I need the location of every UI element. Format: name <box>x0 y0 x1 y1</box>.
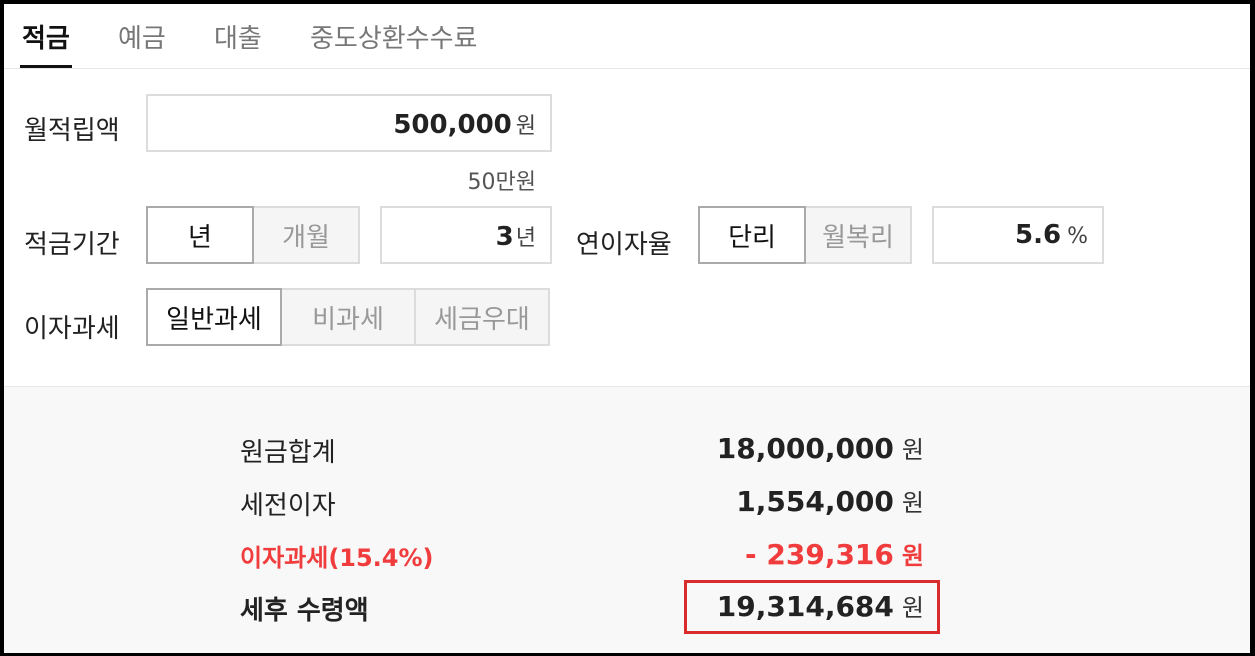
tax-preferential-option[interactable]: 세금우대 <box>416 288 550 346</box>
monthly-deposit-value: 500,000 <box>393 110 512 140</box>
interest-tax-result-label: 이자과세(15.4%) <box>240 544 434 572</box>
result-panel <box>4 386 1250 653</box>
tax-general-option[interactable]: 일반과세 <box>146 288 282 346</box>
interest-tax-label: 이자과세 <box>24 314 120 344</box>
period-year-option[interactable]: 년 <box>146 206 254 264</box>
principal-total-value: 18,000,000 원 <box>717 430 924 465</box>
interest-rate-value: 5.6 <box>1015 220 1062 250</box>
tax-type-toggle: 일반과세 비과세 세금우대 <box>146 288 550 346</box>
principal-total-unit: 원 <box>901 436 924 464</box>
tab-savings[interactable]: 적금 <box>22 18 70 55</box>
period-unit-toggle: 년 개월 <box>146 206 360 264</box>
calculator-frame: 적금 예금 대출 중도상환수수료 월적립액 500,000 원 50만원 적금기간… <box>0 0 1255 656</box>
principal-total-label: 원금합계 <box>240 438 336 468</box>
interest-tax-result-value: - 239,316 원 <box>745 536 924 571</box>
pretax-interest-label: 세전이자 <box>240 491 336 521</box>
principal-total-number: 18,000,000 <box>716 432 894 465</box>
monthly-deposit-unit: 원 <box>515 114 536 139</box>
tax-exempt-option[interactable]: 비과세 <box>282 288 416 346</box>
period-month-option[interactable]: 개월 <box>254 206 360 264</box>
tab-deposit[interactable]: 예금 <box>118 18 166 55</box>
monthly-compound-option[interactable]: 월복리 <box>806 206 912 264</box>
interest-tax-result-number: - 239,316 <box>745 538 894 571</box>
pretax-interest-value: 1,554,000 원 <box>736 483 924 518</box>
interest-rate-label: 연이자율 <box>576 230 672 260</box>
interest-type-toggle: 단리 월복리 <box>698 206 912 264</box>
net-amount-highlight <box>684 580 940 634</box>
calculator-tabs: 적금 예금 대출 중도상환수수료 <box>4 4 1250 69</box>
simple-interest-option[interactable]: 단리 <box>698 206 806 264</box>
pretax-interest-unit: 원 <box>901 489 924 517</box>
monthly-deposit-label: 월적립액 <box>24 116 120 146</box>
interest-rate-unit: % <box>1067 224 1088 249</box>
interest-tax-result-unit: 원 <box>901 542 924 570</box>
pretax-interest-number: 1,554,000 <box>736 485 894 518</box>
monthly-deposit-hint: 50만원 <box>467 170 536 195</box>
savings-period-label: 적금기간 <box>24 230 120 260</box>
interest-rate-input[interactable]: 5.6% <box>932 206 1104 264</box>
savings-period-value: 3 <box>495 222 514 252</box>
monthly-deposit-input[interactable]: 500,000 원 <box>146 94 552 152</box>
savings-period-unit: 년 <box>515 226 536 251</box>
tab-loan[interactable]: 대출 <box>214 18 262 55</box>
net-amount-label: 세후 수령액 <box>240 596 369 626</box>
tab-prepayment-fee[interactable]: 중도상환수수료 <box>310 18 477 55</box>
active-tab-indicator <box>20 65 72 68</box>
savings-period-input[interactable]: 3년 <box>380 206 552 264</box>
